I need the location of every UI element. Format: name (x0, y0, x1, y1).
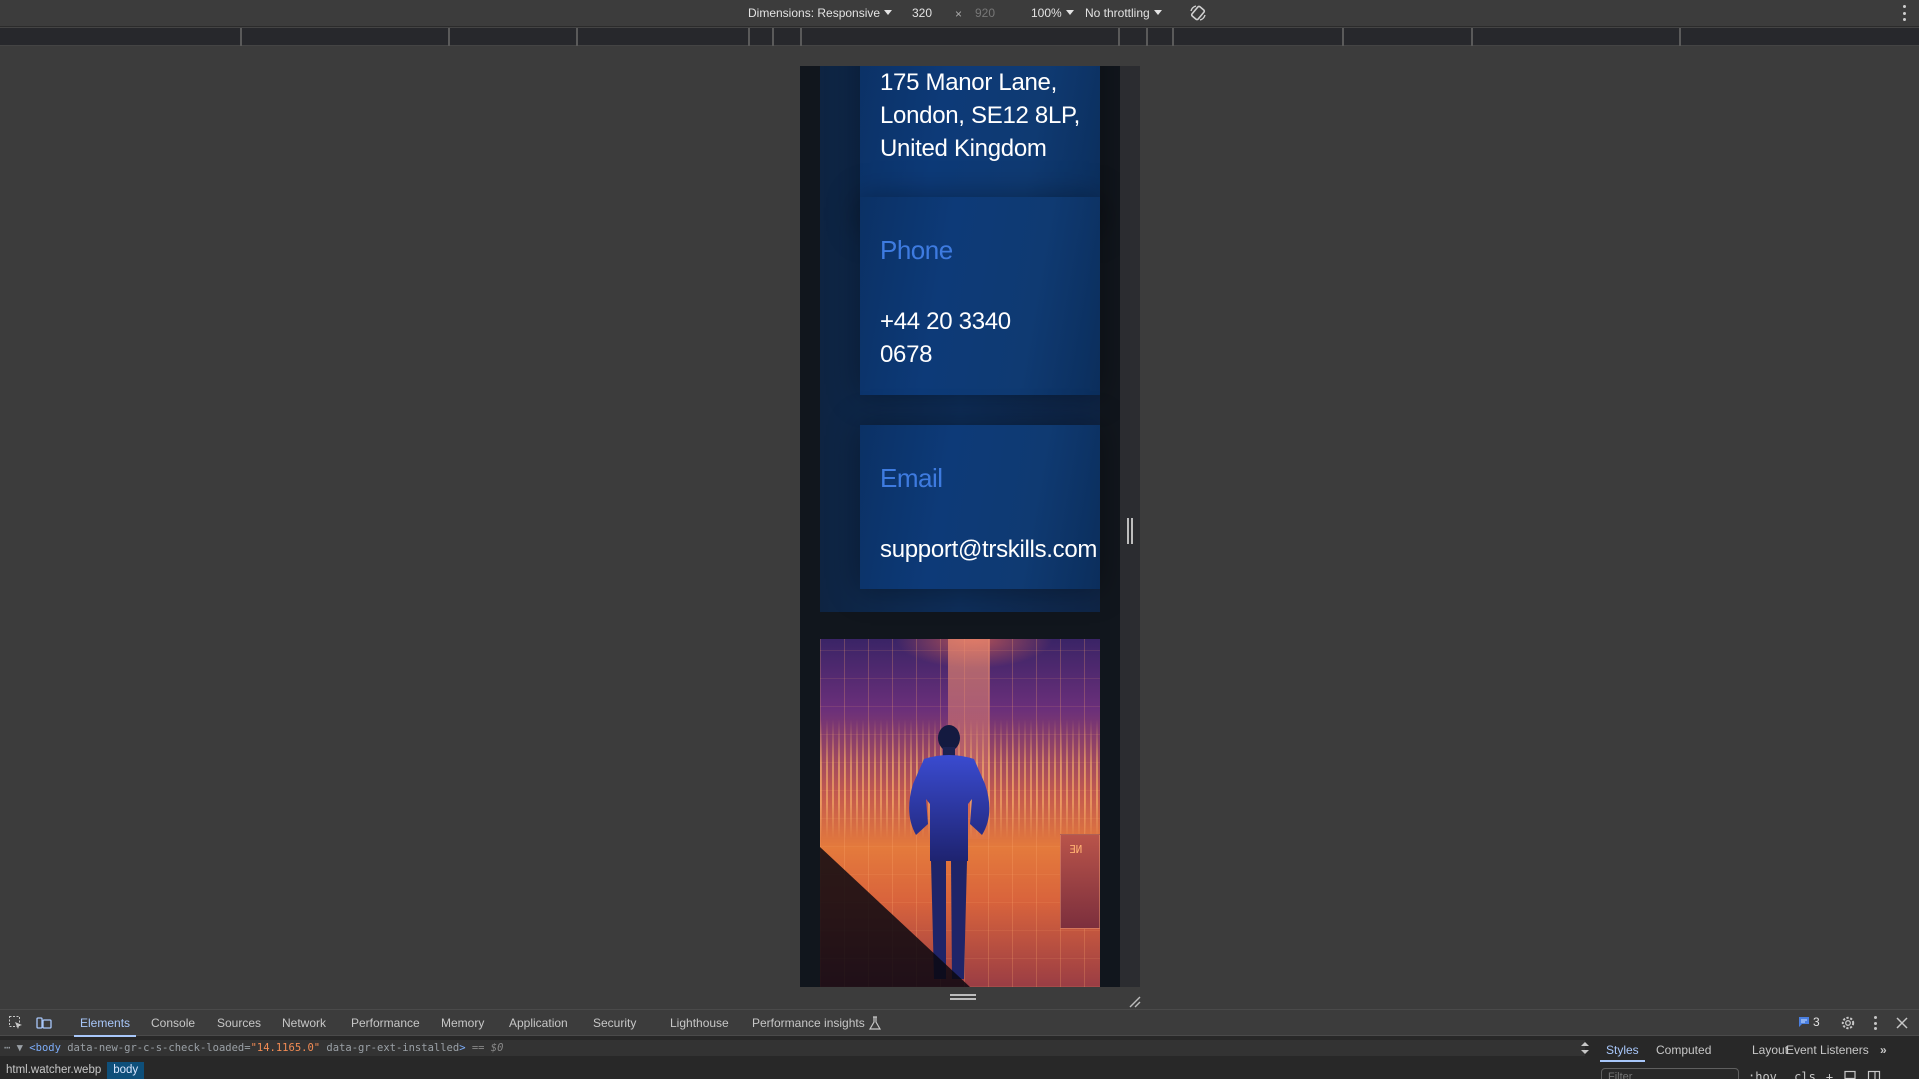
experiment-flask-icon (868, 1016, 882, 1030)
address-line-1: 175 Manor Lane, (880, 69, 1057, 96)
devtools-device-mode-window: Dimensions: Responsive 320 × 920 100% No… (0, 0, 1919, 1079)
throttling-dropdown[interactable]: No throttling (1085, 6, 1162, 20)
tab-sources[interactable]: Sources (217, 1016, 261, 1030)
tab-styles[interactable]: Styles (1600, 1043, 1645, 1062)
times-label: × (955, 7, 963, 21)
phone-line-1[interactable]: +44 20 3340 (880, 305, 1011, 338)
width-value: 320 (912, 6, 933, 20)
more-tabs-chevron-icon[interactable]: » (1880, 1043, 1887, 1057)
rendering-emulation-icon[interactable] (1843, 1070, 1857, 1079)
dom-tag-open: <body (29, 1042, 61, 1054)
page-viewport: 175 Manor Lane, London, SE12 8LP, United… (800, 66, 1120, 987)
tab-console[interactable]: Console (151, 1016, 195, 1030)
media-query-marker[interactable] (772, 28, 774, 46)
media-query-marker[interactable] (1679, 28, 1681, 46)
viewport-bottom-resize-handle[interactable] (950, 994, 976, 1002)
viewport-right-resize-handle[interactable] (1127, 518, 1133, 544)
media-query-marker[interactable] (800, 28, 802, 46)
devtools-panel: Elements Console Sources Network Perform… (0, 1009, 1919, 1079)
height-placeholder: 920 (975, 6, 996, 20)
email-card: Email support@trskills.com (860, 425, 1100, 589)
toggle-sidebar-icon[interactable] (1867, 1070, 1881, 1079)
device-toolbar: Dimensions: Responsive 320 × 920 100% No… (0, 0, 1919, 27)
dom-attr-value: "14.1165.0" (250, 1042, 321, 1054)
issues-message-icon (1799, 1017, 1809, 1027)
rotate-icon (1190, 5, 1206, 21)
inspect-element-icon[interactable] (8, 1015, 24, 1031)
media-query-marker[interactable] (1118, 28, 1120, 46)
styles-toolbar: :hov .cls + (1748, 1070, 1881, 1079)
media-query-marker[interactable] (1342, 28, 1344, 46)
media-query-marker[interactable] (1146, 28, 1148, 46)
settings-gear-icon[interactable] (1840, 1015, 1856, 1031)
media-query-marker[interactable] (576, 28, 578, 46)
media-query-marker[interactable] (448, 28, 450, 46)
throttling-label: No throttling (1085, 6, 1150, 20)
devtools-more-icon[interactable] (1874, 1016, 1877, 1030)
tab-layout[interactable]: Layout (1752, 1043, 1788, 1057)
dimensions-dropdown[interactable]: Dimensions: Responsive (748, 6, 893, 20)
media-query-marker[interactable] (1172, 28, 1174, 46)
chevron-down-icon (884, 9, 893, 15)
more-options-icon[interactable] (1903, 5, 1907, 21)
device-toggle-icon[interactable] (36, 1015, 52, 1031)
tab-performance-insights[interactable]: Performance insights (752, 1016, 865, 1030)
breadcrumb-item-body[interactable]: body (107, 1062, 145, 1079)
toggle-classes-button[interactable]: .cls (1787, 1070, 1816, 1079)
phone-label: Phone (880, 235, 953, 265)
device-viewport-frame: 175 Manor Lane, London, SE12 8LP, United… (800, 66, 1141, 1008)
dom-expand-toggle[interactable]: ⋯ ▼ (4, 1042, 23, 1054)
dom-attr-name: data-new-gr-c-s-check-loaded= (60, 1042, 251, 1054)
phone-line-2[interactable]: 0678 (880, 338, 933, 371)
breadcrumb: html.watcher.webp body (0, 1062, 145, 1079)
issues-counter[interactable]: 3 (1798, 1015, 1820, 1029)
dimensions-label: Dimensions: Responsive (748, 6, 881, 20)
styles-filter-input[interactable] (1601, 1068, 1739, 1079)
tab-lighthouse[interactable]: Lighthouse (670, 1016, 729, 1030)
tab-network[interactable]: Network (282, 1016, 326, 1030)
rotate-button[interactable] (1189, 4, 1207, 22)
phone-card: Phone +44 20 3340 0678 (860, 197, 1100, 395)
viewport-corner-resize-icon[interactable] (1127, 994, 1141, 1008)
devtools-tabbar: Elements Console Sources Network Perform… (0, 1010, 1919, 1037)
times-sign: × (955, 7, 962, 21)
issues-count: 3 (1813, 1015, 1820, 1029)
close-icon[interactable] (1894, 1015, 1910, 1031)
zoom-label: 100% (1031, 6, 1062, 20)
height-input[interactable]: 920 (975, 6, 995, 20)
hero-image-businessman-charts: ƎИ (820, 639, 1100, 987)
breadcrumb-item-html[interactable]: html.watcher.webp (0, 1062, 107, 1079)
width-input[interactable]: 320 (912, 6, 932, 20)
media-query-marker[interactable] (748, 28, 750, 46)
address-line-2: London, SE12 8LP, (880, 102, 1080, 129)
tab-computed[interactable]: Computed (1656, 1043, 1711, 1057)
email-label: Email (880, 463, 943, 493)
tab-performance[interactable]: Performance (351, 1016, 420, 1030)
media-query-bar[interactable] (0, 27, 1919, 46)
tab-security[interactable]: Security (593, 1016, 636, 1030)
contact-section: 175 Manor Lane, London, SE12 8LP, United… (820, 66, 1100, 612)
email-value[interactable]: support@trskills.com (880, 533, 1097, 566)
chevron-down-icon (1153, 9, 1162, 15)
split-resize-icon[interactable] (1580, 1040, 1590, 1056)
hero-diagonal-shadow (820, 847, 970, 987)
dom-tree-selected-node[interactable]: ⋯ ▼ <body data-new-gr-c-s-check-loaded="… (0, 1040, 1585, 1056)
address-line-3: United Kingdom (880, 135, 1047, 162)
dom-attr-name-2: data-gr-ext-installed (320, 1042, 460, 1054)
tab-elements[interactable]: Elements (73, 1016, 137, 1037)
media-query-marker[interactable] (1471, 28, 1473, 46)
new-style-rule-button[interactable]: + (1826, 1070, 1833, 1079)
media-query-marker[interactable] (240, 28, 242, 46)
chevron-down-icon (1065, 9, 1074, 15)
toggle-hover-state-button[interactable]: :hov (1748, 1070, 1777, 1079)
tab-application[interactable]: Application (509, 1016, 568, 1030)
zoom-dropdown[interactable]: 100% (1031, 6, 1074, 20)
tab-memory[interactable]: Memory (441, 1016, 484, 1030)
dom-selected-marker: == $0 (465, 1042, 504, 1054)
tab-event-listeners[interactable]: Event Listeners (1786, 1043, 1869, 1057)
